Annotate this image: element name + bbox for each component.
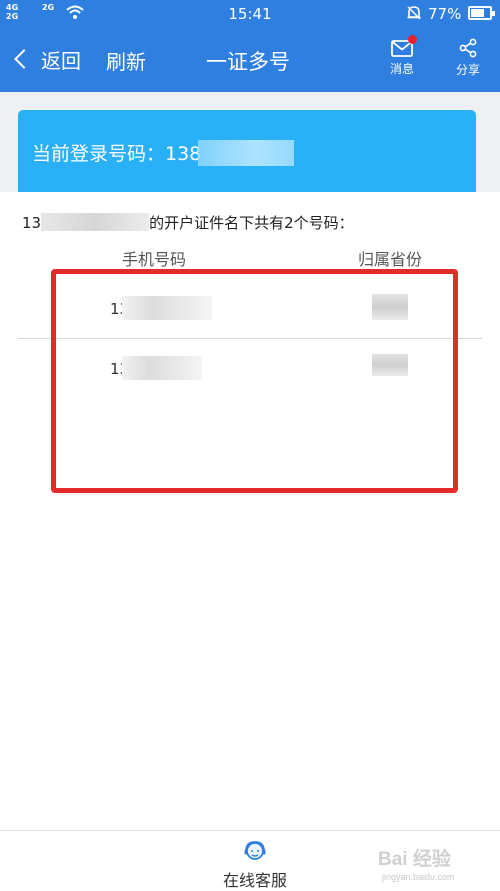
current-login-number: 当前登录号码：138 xyxy=(32,143,202,165)
highlight-annotation-box xyxy=(51,269,458,493)
status-bar: 4G 2G 2G 15:41 77% xyxy=(0,0,500,28)
online-customer-service-button[interactable]: 在线客服 xyxy=(210,839,300,891)
customer-service-label: 在线客服 xyxy=(222,871,287,890)
chevron-left-icon xyxy=(14,49,34,69)
status-time: 15:41 xyxy=(228,5,272,23)
column-header-province: 归属省份 xyxy=(358,250,423,269)
share-label: 分享 xyxy=(455,63,480,77)
back-label: 返回 xyxy=(41,48,81,73)
owner-number-prefix: 13 xyxy=(22,214,42,232)
column-header-phone: 手机号码 xyxy=(122,250,187,269)
alarm-bell-icon xyxy=(407,6,421,20)
header-bar: 返回 刷新 一证多号 消息 分享 xyxy=(0,28,500,92)
customer-service-icon xyxy=(244,841,266,860)
unread-badge xyxy=(408,35,417,44)
watermark-url: jingyan.baidu.com xyxy=(382,872,455,882)
share-icon xyxy=(459,38,477,58)
baidu-watermark: Bai 经验 jingyan.baidu.com xyxy=(378,844,455,882)
page-title: 一证多号 xyxy=(206,50,290,74)
id-owner-summary: 13 的开户证件名下共有2个号码： xyxy=(22,212,354,233)
owner-summary-text: 的开户证件名下共有2个号码： xyxy=(149,214,354,232)
battery-icon xyxy=(468,6,495,20)
obscured-number-blur xyxy=(41,213,150,231)
battery-percentage: 77% xyxy=(428,5,462,23)
messages-label: 消息 xyxy=(389,62,414,76)
share-button[interactable]: 分享 xyxy=(450,36,486,78)
watermark-brand: Bai 经验 xyxy=(378,849,451,870)
messages-button[interactable]: 消息 xyxy=(384,35,420,77)
back-button[interactable]: 返回 xyxy=(12,44,81,74)
obscured-number-blur xyxy=(198,140,294,166)
refresh-button[interactable]: 刷新 xyxy=(106,46,146,75)
